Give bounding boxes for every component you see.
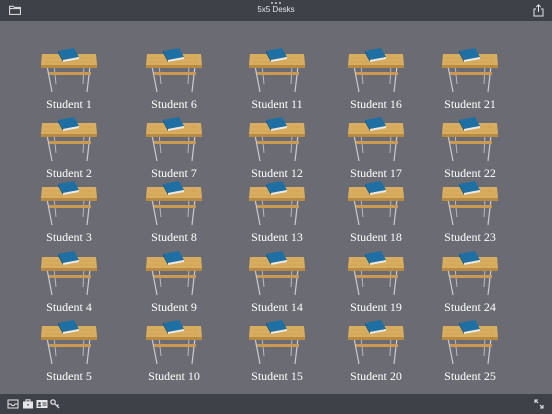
desk-with-book-image bbox=[249, 251, 305, 296]
desk-student-11[interactable]: Student 11 bbox=[242, 48, 312, 118]
desk-with-book-image bbox=[146, 48, 202, 93]
desk-with-book-image bbox=[146, 117, 202, 162]
student-name-label: Student 21 bbox=[444, 97, 496, 111]
student-name-label: Student 25 bbox=[444, 369, 496, 383]
student-name-label: Student 18 bbox=[350, 230, 402, 244]
student-name-label: Student 1 bbox=[46, 97, 92, 111]
bottom-toolbar bbox=[0, 394, 552, 414]
desk-student-24[interactable]: Student 24 bbox=[435, 251, 505, 321]
desk-with-book-image bbox=[348, 117, 404, 162]
top-toolbar: 5x5 Desks bbox=[0, 0, 552, 21]
desk-with-book-image bbox=[348, 251, 404, 296]
briefcase-icon[interactable] bbox=[22, 399, 34, 409]
desk-with-book-image bbox=[348, 320, 404, 365]
desk-with-book-image bbox=[348, 48, 404, 93]
desk-student-25[interactable]: Student 25 bbox=[435, 320, 505, 390]
desk-student-13[interactable]: Student 13 bbox=[242, 181, 312, 251]
desk-with-book-image bbox=[41, 48, 97, 93]
student-name-label: Student 3 bbox=[46, 230, 92, 244]
student-name-label: Student 23 bbox=[444, 230, 496, 244]
desk-student-20[interactable]: Student 20 bbox=[341, 320, 411, 390]
desk-student-5[interactable]: Student 5 bbox=[34, 320, 104, 390]
desk-student-10[interactable]: Student 10 bbox=[139, 320, 209, 390]
student-name-label: Student 24 bbox=[444, 300, 496, 314]
student-name-label: Student 11 bbox=[251, 97, 303, 111]
desk-student-19[interactable]: Student 19 bbox=[341, 251, 411, 321]
student-name-label: Student 16 bbox=[350, 97, 402, 111]
desk-with-book-image bbox=[442, 48, 498, 93]
student-name-label: Student 15 bbox=[251, 369, 303, 383]
desk-student-6[interactable]: Student 6 bbox=[139, 48, 209, 118]
desk-student-23[interactable]: Student 23 bbox=[435, 181, 505, 251]
student-name-label: Student 7 bbox=[151, 166, 197, 180]
student-name-label: Student 2 bbox=[46, 166, 92, 180]
desk-with-book-image bbox=[41, 251, 97, 296]
id-card-icon[interactable] bbox=[36, 399, 48, 409]
desk-with-book-image bbox=[146, 251, 202, 296]
desk-with-book-image bbox=[442, 251, 498, 296]
desk-with-book-image bbox=[442, 117, 498, 162]
desk-with-book-image bbox=[41, 181, 97, 226]
desk-with-book-image bbox=[146, 181, 202, 226]
student-name-label: Student 4 bbox=[46, 300, 92, 314]
desk-with-book-image bbox=[249, 48, 305, 93]
student-name-label: Student 10 bbox=[148, 369, 200, 383]
desk-student-9[interactable]: Student 9 bbox=[139, 251, 209, 321]
desk-with-book-image bbox=[249, 181, 305, 226]
student-name-label: Student 9 bbox=[151, 300, 197, 314]
expand-icon[interactable] bbox=[534, 399, 544, 409]
desk-with-book-image bbox=[442, 320, 498, 365]
student-name-label: Student 22 bbox=[444, 166, 496, 180]
student-name-label: Student 17 bbox=[350, 166, 402, 180]
desk-student-22[interactable]: Student 22 bbox=[435, 117, 505, 187]
desk-student-2[interactable]: Student 2 bbox=[34, 117, 104, 187]
desk-with-book-image bbox=[442, 181, 498, 226]
desk-student-12[interactable]: Student 12 bbox=[242, 117, 312, 187]
share-icon[interactable] bbox=[533, 4, 544, 17]
student-name-label: Student 20 bbox=[350, 369, 402, 383]
desk-with-book-image bbox=[348, 181, 404, 226]
student-name-label: Student 12 bbox=[251, 166, 303, 180]
page-title: 5x5 Desks bbox=[257, 5, 295, 14]
desk-student-16[interactable]: Student 16 bbox=[341, 48, 411, 118]
desk-student-14[interactable]: Student 14 bbox=[242, 251, 312, 321]
desk-with-book-image bbox=[249, 320, 305, 365]
desk-with-book-image bbox=[249, 117, 305, 162]
desk-student-15[interactable]: Student 15 bbox=[242, 320, 312, 390]
desk-with-book-image bbox=[146, 320, 202, 365]
inbox-tray-icon[interactable] bbox=[7, 399, 19, 409]
student-name-label: Student 19 bbox=[350, 300, 402, 314]
desk-with-book-image bbox=[41, 320, 97, 365]
desk-student-7[interactable]: Student 7 bbox=[139, 117, 209, 187]
student-name-label: Student 5 bbox=[46, 369, 92, 383]
desk-student-4[interactable]: Student 4 bbox=[34, 251, 104, 321]
desk-student-8[interactable]: Student 8 bbox=[139, 181, 209, 251]
key-icon[interactable] bbox=[50, 399, 60, 409]
desk-student-21[interactable]: Student 21 bbox=[435, 48, 505, 118]
student-name-label: Student 6 bbox=[151, 97, 197, 111]
desk-student-3[interactable]: Student 3 bbox=[34, 181, 104, 251]
student-name-label: Student 13 bbox=[251, 230, 303, 244]
desk-student-17[interactable]: Student 17 bbox=[341, 117, 411, 187]
desk-grid: Student 1 Student 2 Student 3 Student 4 … bbox=[0, 21, 552, 394]
desk-student-18[interactable]: Student 18 bbox=[341, 181, 411, 251]
desk-with-book-image bbox=[41, 117, 97, 162]
student-name-label: Student 14 bbox=[251, 300, 303, 314]
student-name-label: Student 8 bbox=[151, 230, 197, 244]
desk-student-1[interactable]: Student 1 bbox=[34, 48, 104, 118]
